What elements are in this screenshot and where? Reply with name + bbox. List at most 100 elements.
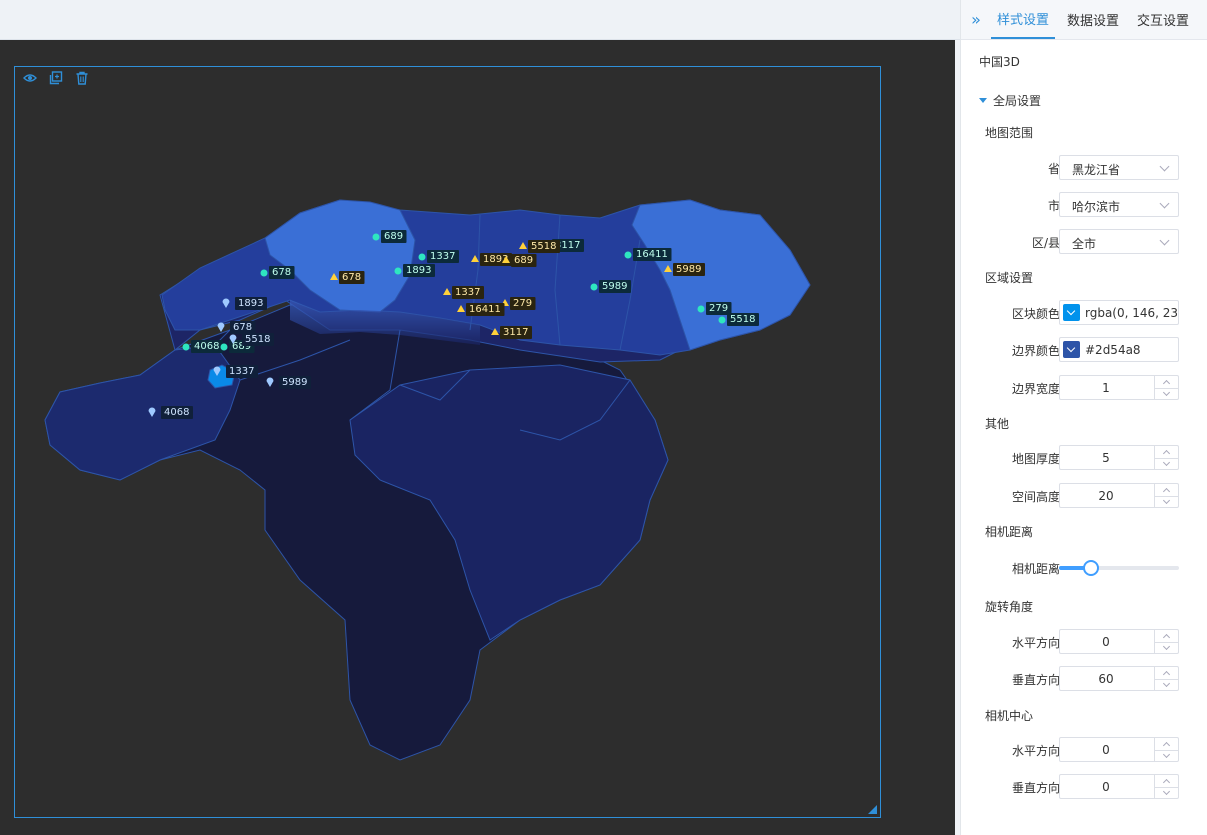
rotation-vertical-row: 垂直方向 60: [961, 666, 1207, 692]
decrement-button[interactable]: [1155, 749, 1178, 762]
dot-marker[interactable]: [220, 343, 228, 351]
component-name: 中国3D: [979, 55, 1020, 69]
triangle-label: 279: [513, 298, 532, 309]
dot-marker[interactable]: [590, 283, 598, 291]
dot-marker[interactable]: [372, 233, 380, 241]
map-3d[interactable]: 6891337678 1893311716411598927955184068 68…: [0, 40, 955, 835]
space-height-stepper: [1154, 484, 1178, 507]
camera-center-vertical-stepper: [1154, 775, 1178, 798]
dot-marker[interactable]: [394, 267, 402, 275]
rotation-vertical-value: 60: [1098, 672, 1114, 686]
dot-label: 5989: [602, 281, 627, 292]
space-height-value: 20: [1098, 489, 1114, 503]
increment-button[interactable]: [1155, 738, 1178, 750]
increment-button[interactable]: [1155, 667, 1178, 679]
camera-center-horizontal-label: 水平方向: [1011, 744, 1060, 758]
block-color-swatch[interactable]: [1063, 304, 1080, 321]
dot-marker[interactable]: [260, 269, 268, 277]
dot-marker[interactable]: [182, 343, 190, 351]
rotation-title: 旋转角度: [985, 600, 1034, 614]
chevron-down-icon: [1159, 235, 1170, 246]
rotation-vertical-input[interactable]: 60: [1059, 666, 1179, 691]
camera-distance-slider[interactable]: [1059, 555, 1179, 581]
dot-marker[interactable]: [624, 251, 632, 259]
double-chevron-right-icon[interactable]: »: [961, 0, 991, 39]
camera-center-vertical-input[interactable]: 0: [1059, 774, 1179, 799]
dot-marker[interactable]: [697, 305, 705, 313]
chevron-down-icon: [1159, 161, 1170, 172]
rotation-horizontal-row: 水平方向 0: [961, 629, 1207, 655]
border-color-picker[interactable]: #2d54a8: [1059, 337, 1179, 362]
province-select[interactable]: 黑龙江省: [1059, 155, 1179, 180]
rotation-horizontal-input[interactable]: 0: [1059, 629, 1179, 654]
tab-data-settings[interactable]: 数据设置: [1061, 0, 1125, 39]
camera-distance-row: 相机距离: [961, 555, 1207, 581]
triangle-label: 678: [342, 272, 361, 283]
camera-distance-title: 相机距离: [985, 525, 1034, 539]
district-select[interactable]: 全市: [1059, 229, 1179, 254]
triangle-label: 5518: [531, 241, 556, 252]
slider-thumb[interactable]: [1083, 560, 1100, 576]
dot-label: 4068: [194, 341, 219, 352]
tab-interaction-settings[interactable]: 交互设置: [1131, 0, 1195, 39]
space-height-row: 空间高度 20: [961, 483, 1207, 509]
chevron-down-icon: [1159, 198, 1170, 209]
pin-marker-icon[interactable]: [217, 322, 225, 333]
district-label: 区/县: [1031, 236, 1060, 250]
camera-center-title: 相机中心: [985, 709, 1034, 723]
pin-label: 5518: [245, 334, 270, 345]
border-color-row: 边界颜色 #2d54a8: [961, 337, 1207, 363]
decrement-button[interactable]: [1155, 786, 1178, 799]
rotation-vertical-label: 垂直方向: [1011, 673, 1060, 687]
block-color-value: rgba(0, 146, 236: [1085, 306, 1179, 320]
border-color-label: 边界颜色: [1011, 344, 1060, 358]
settings-tabs: » 样式设置 数据设置 交互设置: [961, 0, 1207, 40]
city-select[interactable]: 哈尔滨市: [1059, 192, 1179, 217]
camera-center-vertical-row: 垂直方向 0: [961, 774, 1207, 800]
decrement-button[interactable]: [1155, 678, 1178, 691]
border-color-swatch[interactable]: [1063, 341, 1080, 358]
tab-style-settings[interactable]: 样式设置: [991, 0, 1056, 39]
pin-label: 678: [233, 322, 252, 333]
decrement-button[interactable]: [1155, 457, 1178, 470]
region-settings-title: 区域设置: [985, 271, 1034, 285]
dot-marker[interactable]: [718, 316, 726, 324]
editor-canvas[interactable]: 689 1337 678 1893 3117 16411 5989 279 5518 4068 68…: [0, 40, 955, 835]
border-width-row: 边界宽度 1: [961, 375, 1207, 401]
map-thickness-input[interactable]: 5: [1059, 445, 1179, 470]
city-row: 市 哈尔滨市: [961, 192, 1207, 218]
border-width-label: 边界宽度: [1011, 382, 1060, 396]
border-width-stepper: [1154, 376, 1178, 399]
decrement-button[interactable]: [1155, 387, 1178, 400]
border-width-input[interactable]: 1: [1059, 375, 1179, 400]
triangle-label: 16411: [469, 304, 501, 315]
triangle-label: 3117: [503, 327, 528, 338]
increment-button[interactable]: [1155, 630, 1178, 642]
province-value: 黑龙江省: [1072, 163, 1121, 177]
increment-button[interactable]: [1155, 775, 1178, 787]
decrement-button[interactable]: [1155, 641, 1178, 654]
space-height-input[interactable]: 20: [1059, 483, 1179, 508]
settings-panel: » 样式设置 数据设置 交互设置 中国3D 全局设置 地图范围 省 黑龙江省 市…: [960, 0, 1207, 835]
block-color-row: 区块颜色 rgba(0, 146, 236: [961, 300, 1207, 326]
increment-button[interactable]: [1155, 376, 1178, 388]
province-row: 省 黑龙江省: [961, 155, 1207, 181]
border-width-value: 1: [1102, 381, 1110, 395]
map-thickness-stepper: [1154, 446, 1178, 469]
block-color-picker[interactable]: rgba(0, 146, 236: [1059, 300, 1179, 325]
map-region-west[interactable]: [44, 344, 241, 481]
decrement-button[interactable]: [1155, 495, 1178, 508]
increment-button[interactable]: [1155, 484, 1178, 496]
camera-center-horizontal-input[interactable]: 0: [1059, 737, 1179, 762]
pin-label: 4068: [164, 407, 189, 418]
map-thickness-value: 5: [1102, 451, 1110, 465]
dot-marker[interactable]: [418, 253, 426, 261]
space-height-label: 空间高度: [1011, 490, 1060, 504]
rotation-horizontal-stepper: [1154, 630, 1178, 653]
district-row: 区/县 全市: [961, 229, 1207, 255]
dot-label: 1893: [406, 265, 431, 276]
pin-label: 5989: [282, 377, 307, 388]
increment-button[interactable]: [1155, 446, 1178, 458]
camera-center-horizontal-stepper: [1154, 738, 1178, 761]
global-settings-toggle[interactable]: 全局设置: [979, 92, 1041, 109]
